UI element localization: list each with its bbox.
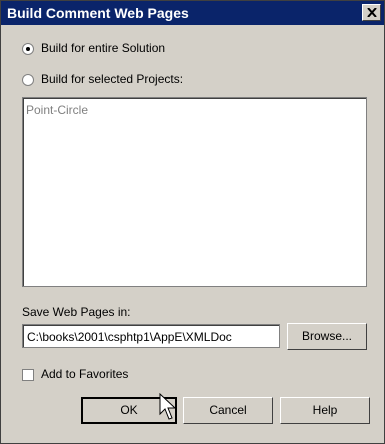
save-path-value: C:\books\2001\csphtp1\AppE\XMLDoc (27, 330, 232, 344)
save-path-input[interactable]: C:\books\2001\csphtp1\AppE\XMLDoc (22, 324, 280, 348)
add-to-favorites-label: Add to Favorites (41, 367, 129, 381)
selected-projects-label: Build for selected Projects: (41, 72, 184, 86)
title-bar[interactable]: Build Comment Web Pages (1, 1, 384, 25)
projects-listbox[interactable]: Point-Circle (22, 97, 367, 287)
close-icon (367, 8, 377, 17)
radio-selected-dot (26, 47, 30, 51)
build-comment-web-pages-dialog: Build Comment Web Pages Build for entire… (0, 0, 385, 444)
close-button[interactable] (362, 4, 381, 21)
browse-button[interactable]: Browse... (287, 323, 367, 350)
save-location-label: Save Web Pages in: (22, 305, 131, 319)
mouse-pointer-icon (159, 393, 177, 420)
cancel-button[interactable]: Cancel (183, 397, 273, 424)
entire-solution-radio[interactable] (22, 43, 34, 55)
list-item[interactable]: Point-Circle (26, 103, 88, 117)
entire-solution-label: Build for entire Solution (41, 41, 166, 55)
add-to-favorites-checkbox[interactable] (22, 369, 34, 381)
selected-projects-radio[interactable] (22, 74, 34, 86)
window-title: Build Comment Web Pages (7, 5, 189, 21)
help-button[interactable]: Help (280, 397, 370, 424)
